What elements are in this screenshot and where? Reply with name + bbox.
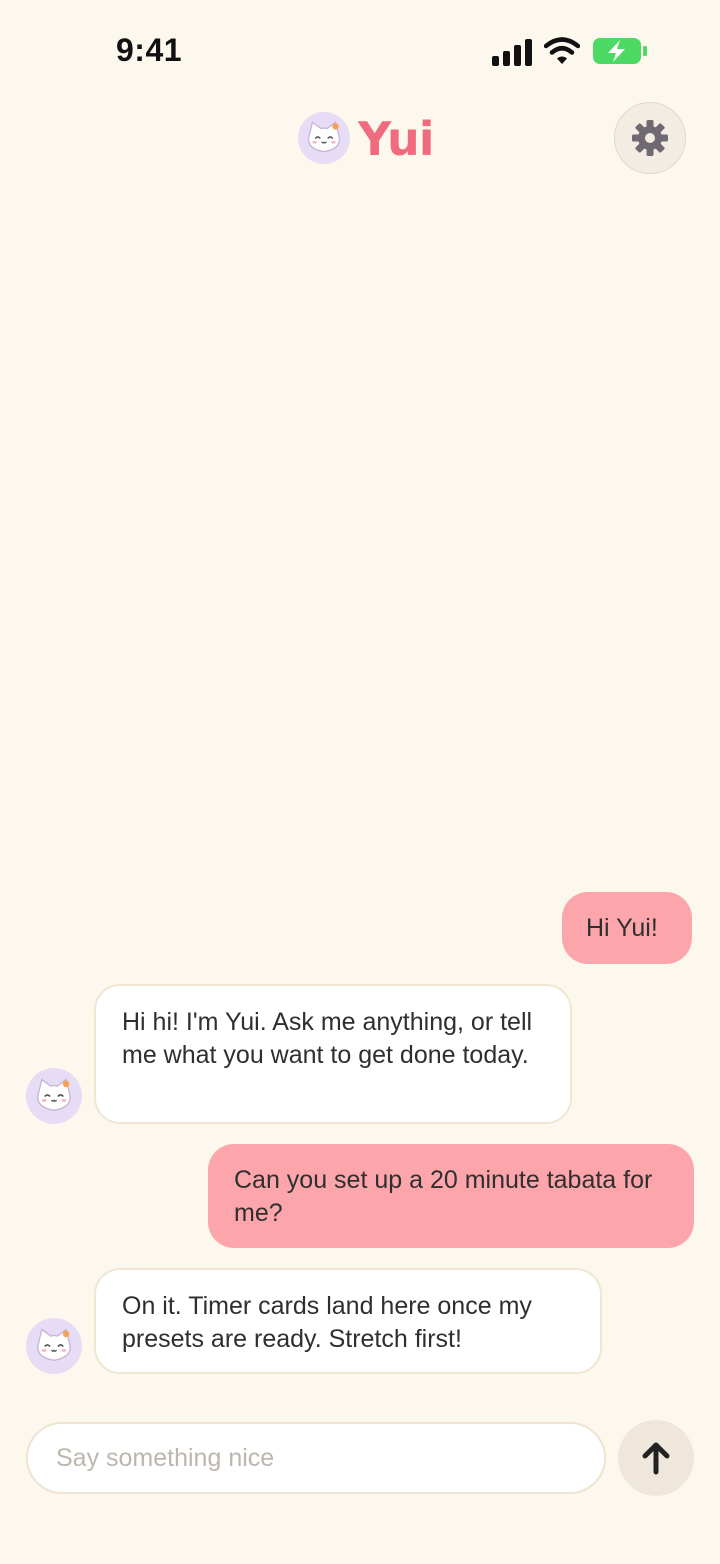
cellular-signal-icon: [492, 36, 532, 66]
user-message: Can you set up a 20 minute tabata for me…: [208, 1144, 694, 1248]
cat-face-icon: [37, 1328, 71, 1362]
gear-icon: [632, 120, 668, 156]
bot-avatar: [26, 1068, 82, 1124]
battery-charging-icon: [593, 38, 647, 64]
yui-avatar: [298, 112, 350, 164]
wifi-icon: [544, 37, 580, 64]
message-text: Hi Yui!: [586, 914, 658, 942]
app-header: Yui: [0, 100, 720, 180]
bot-avatar: [26, 1318, 82, 1374]
status-time: 9:41: [116, 32, 183, 68]
bot-message: Hi hi! I'm Yui. Ask me anything, or tell…: [94, 984, 572, 1124]
app-logo: Yui: [358, 112, 434, 166]
status-icons: [492, 36, 648, 66]
send-button[interactable]: [618, 1420, 694, 1496]
settings-button[interactable]: [614, 102, 686, 174]
cat-face-icon: [307, 121, 341, 153]
status-bar: 9:41: [0, 0, 720, 100]
arrow-up-icon: [642, 1442, 670, 1475]
message-input[interactable]: [54, 1442, 578, 1474]
message-text: Hi hi! I'm Yui. Ask me anything, or tell…: [122, 1008, 533, 1069]
message-text: On it. Timer cards land here once my pre…: [122, 1292, 532, 1353]
message-composer: [26, 1422, 606, 1494]
message-text: Can you set up a 20 minute tabata for me…: [234, 1166, 653, 1227]
user-message: Hi Yui!: [562, 892, 692, 964]
cat-face-icon: [37, 1078, 71, 1112]
bot-message: On it. Timer cards land here once my pre…: [94, 1268, 602, 1374]
